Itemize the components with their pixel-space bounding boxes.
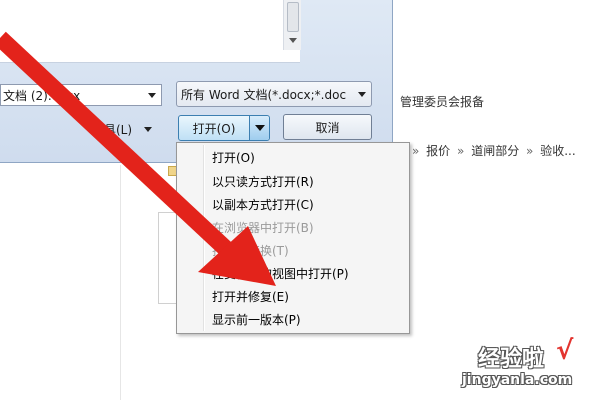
- file-list-scrollbar[interactable]: [283, 0, 301, 50]
- background-title: 管理委员会报备: [400, 95, 485, 109]
- menu-item-open-in-browser: 在浏览器中打开(B): [212, 221, 314, 235]
- open-options-menu: 打开(O) 以只读方式打开(R) 以副本方式打开(C) 在浏览器中打开(B) 打…: [176, 142, 410, 334]
- open-split-button[interactable]: 打开(O): [178, 115, 270, 141]
- breadcrumb-separator: »: [412, 144, 420, 158]
- watermark-brand: 经验啦: [478, 347, 545, 372]
- breadcrumb: » 报价 » 道闸部分 » 验收...: [412, 142, 579, 159]
- open-button[interactable]: 打开(O): [179, 116, 250, 140]
- menu-item-open[interactable]: 打开(O): [212, 148, 255, 168]
- menu-item-show-previous-versions[interactable]: 显示前一版本(P): [212, 310, 301, 330]
- menu-item-open-and-repair[interactable]: 打开并修复(E): [212, 287, 289, 307]
- menu-item-open-as-copy[interactable]: 以副本方式打开(C): [212, 195, 314, 215]
- filename-value: 文档 (2).docx: [3, 88, 81, 103]
- cancel-button[interactable]: 取消: [283, 114, 372, 140]
- menu-item-open-convert: 打开时转换(T): [212, 244, 289, 258]
- menu-icon-gutter: [203, 145, 205, 331]
- breadcrumb-separator: »: [457, 144, 465, 158]
- file-list[interactable]: [0, 0, 301, 63]
- tools-label: 工具(L): [92, 123, 133, 137]
- open-file-dialog: 文档 (2).docx 所有 Word 文档(*.docx;*.doc 工具(L…: [0, 0, 393, 163]
- scrollbar-thumb[interactable]: [287, 2, 299, 32]
- chevron-down-icon: [254, 125, 265, 131]
- tools-menu-button[interactable]: 工具(L): [92, 121, 153, 138]
- filetype-value: 所有 Word 文档(*.docx;*.doc: [181, 87, 347, 102]
- breadcrumb-separator: »: [526, 144, 534, 158]
- menu-item-open-read-only[interactable]: 以只读方式打开(R): [212, 172, 314, 192]
- background-divider: [120, 165, 121, 400]
- watermark-url: jingyanla.com: [462, 372, 573, 388]
- breadcrumb-item[interactable]: 验收...: [540, 144, 575, 158]
- menu-item-open-protected-view[interactable]: 在受保护的视图中打开(P): [212, 264, 349, 284]
- breadcrumb-item[interactable]: 道闸部分: [471, 144, 519, 158]
- scroll-down-icon[interactable]: [289, 38, 297, 43]
- checkmark-icon: √: [556, 336, 574, 366]
- chevron-down-icon: [144, 127, 153, 132]
- chevron-down-icon[interactable]: [358, 92, 366, 97]
- chevron-down-icon[interactable]: [148, 93, 156, 98]
- filetype-select[interactable]: 所有 Word 文档(*.docx;*.doc: [176, 81, 372, 107]
- breadcrumb-item[interactable]: 报价: [426, 144, 450, 158]
- open-dropdown-toggle[interactable]: [250, 116, 269, 140]
- filename-combobox[interactable]: 文档 (2).docx: [0, 84, 162, 106]
